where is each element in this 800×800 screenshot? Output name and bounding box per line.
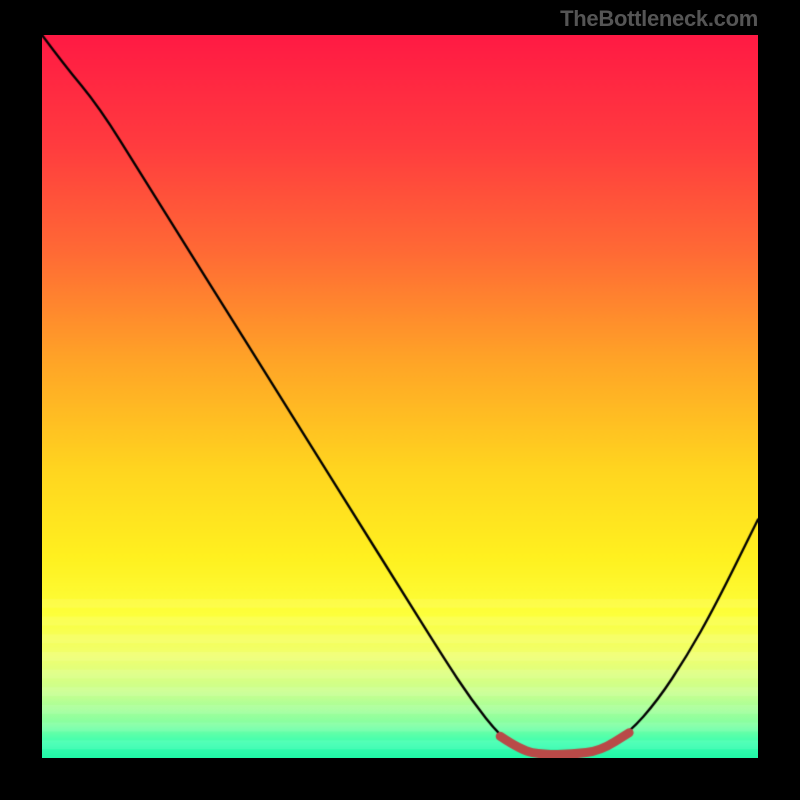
attribution-watermark: TheBottleneck.com	[560, 6, 758, 32]
chart-frame: TheBottleneck.com	[0, 0, 800, 800]
plot-area	[42, 35, 758, 758]
bottleneck-curve	[42, 35, 758, 758]
